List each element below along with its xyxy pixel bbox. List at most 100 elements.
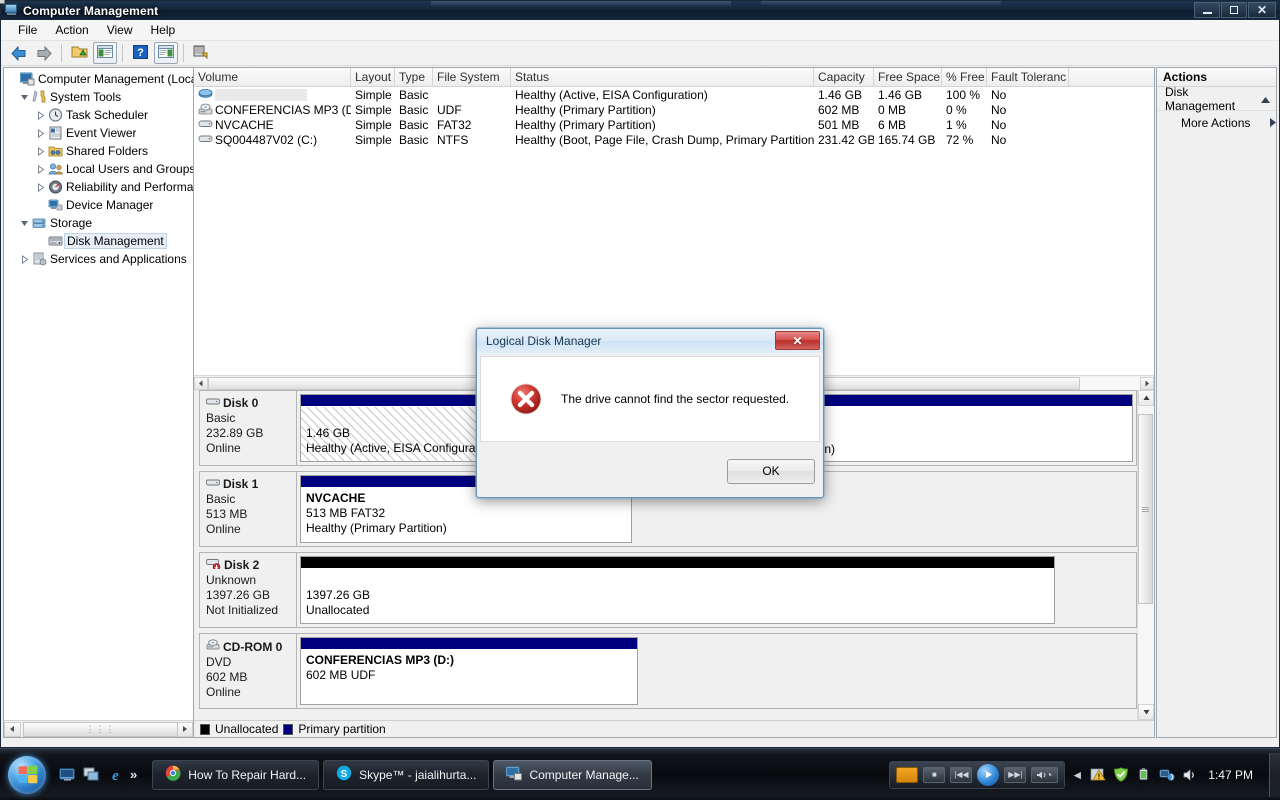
column-header-file-system[interactable]: File System <box>433 68 511 86</box>
back-button[interactable] <box>6 42 30 64</box>
scroll-up-arrow-icon[interactable] <box>1138 390 1154 406</box>
partition-unallocated[interactable]: 1397.26 GB Unallocated <box>300 556 1055 624</box>
table-row[interactable]: SQ004487V02 (C:) Simple Basic NTFS Healt… <box>194 132 1154 147</box>
partition-system[interactable]: ition) <box>803 394 1133 462</box>
antivirus-shield-icon[interactable] <box>1112 766 1129 783</box>
chevron-right-icon[interactable] <box>1270 116 1276 130</box>
ok-button[interactable]: OK <box>727 458 815 484</box>
column-header-percent-free[interactable]: % Free <box>942 68 987 86</box>
up-one-level-button[interactable] <box>67 42 91 64</box>
expander-expanded-icon[interactable] <box>18 91 31 104</box>
taskbar-button-chrome[interactable]: How To Repair Hard... <box>152 759 320 790</box>
scroll-down-arrow-icon[interactable] <box>1138 704 1154 720</box>
disk-size: 232.89 GB <box>206 426 264 440</box>
show-hide-tree-button[interactable] <box>93 42 117 64</box>
sidebar-item-disk-management[interactable]: Disk Management <box>4 232 193 250</box>
disk-row-cdrom-0[interactable]: CD-ROM 0 DVD 602 MB Online CONFERENCIAS … <box>199 633 1137 709</box>
expander-collapsed-icon[interactable] <box>34 109 47 122</box>
expander-collapsed-icon[interactable] <box>18 253 31 266</box>
taskbar-button-skype[interactable]: S Skype™ - jaialihurta... <box>323 759 490 790</box>
disk-header[interactable]: CD-ROM 0 DVD 602 MB Online <box>199 633 297 709</box>
tree-horizontal-scrollbar[interactable]: ⋮⋮⋮ <box>4 720 193 737</box>
dialog-titlebar[interactable]: Logical Disk Manager ✕ <box>477 329 823 353</box>
tree-node-device-manager[interactable]: Device Manager <box>4 196 193 214</box>
media-library-icon[interactable] <box>896 766 919 783</box>
scroll-left-arrow-icon[interactable] <box>194 376 208 390</box>
partition-conferencias-mp3[interactable]: CONFERENCIAS MP3 (D:) 602 MB UDF <box>300 637 638 705</box>
scroll-right-arrow-icon[interactable] <box>176 721 193 737</box>
tree-node-storage[interactable]: Storage <box>4 214 193 232</box>
expander-collapsed-icon[interactable] <box>34 163 47 176</box>
taskbar-button-computer-management[interactable]: Computer Manage... <box>493 759 652 790</box>
volume-button[interactable] <box>1031 766 1059 783</box>
maximize-button[interactable] <box>1221 2 1247 18</box>
table-row[interactable]: CONFERENCIAS MP3 (D:) Simple Basic UDF H… <box>194 102 1154 117</box>
stop-button[interactable]: ■ <box>923 766 946 783</box>
disk-row-disk-2[interactable]: Disk 2 Unknown 1397.26 GB Not Initialize… <box>199 552 1137 628</box>
expander-collapsed-icon[interactable] <box>34 145 47 158</box>
tree-node-local-users-and-groups[interactable]: Local Users and Groups <box>4 160 193 178</box>
expander-collapsed-icon[interactable] <box>34 127 47 140</box>
next-button[interactable]: ▶▶| <box>1004 766 1027 783</box>
scrollbar-thumb[interactable] <box>1138 414 1153 604</box>
cell-volume: SQ004487V02 (C:) <box>215 132 318 147</box>
dialog-close-button[interactable]: ✕ <box>775 331 820 350</box>
column-header-type[interactable]: Type <box>395 68 433 86</box>
action-item-more-actions[interactable]: More Actions <box>1157 111 1276 135</box>
scroll-left-arrow-icon[interactable] <box>4 721 21 737</box>
tray-overflow-chevron[interactable]: ◄ <box>1071 768 1083 782</box>
column-header-volume[interactable]: Volume <box>194 68 351 86</box>
expander-collapsed-icon[interactable] <box>34 181 47 194</box>
disk-header[interactable]: Disk 0 Basic 232.89 GB Online <box>199 390 297 466</box>
expander-expanded-icon[interactable] <box>18 217 31 230</box>
previous-button[interactable]: |◀◀ <box>950 766 973 783</box>
column-header-status[interactable]: Status <box>511 68 814 86</box>
start-button[interactable] <box>3 753 51 797</box>
refresh-button[interactable] <box>189 42 213 64</box>
network-icon[interactable] <box>1158 766 1175 783</box>
toolbar-separator-3 <box>183 44 184 62</box>
tree-node-reliability-and-performance[interactable]: Reliability and Performa <box>4 178 193 196</box>
scrollbar-track[interactable] <box>1138 406 1154 704</box>
table-row[interactable]: Simple Basic Healthy (Active, EISA Confi… <box>194 87 1154 102</box>
show-desktop-icon[interactable] <box>57 765 77 785</box>
switch-windows-icon[interactable] <box>81 765 101 785</box>
show-action-pane-button[interactable] <box>154 42 178 64</box>
play-button[interactable] <box>977 763 1000 786</box>
disk-view-vertical-scrollbar[interactable] <box>1137 390 1154 720</box>
taskbar-clock[interactable]: 1:47 PM <box>1204 768 1261 782</box>
tree-node-system-tools[interactable]: System Tools <box>4 88 193 106</box>
tree-node-event-viewer[interactable]: Event Viewer <box>4 124 193 142</box>
menu-action[interactable]: Action <box>46 21 97 39</box>
internet-explorer-icon[interactable]: e <box>105 765 125 785</box>
tree-node-shared-folders[interactable]: Shared Folders <box>4 142 193 160</box>
action-center-warning-icon[interactable] <box>1089 766 1106 783</box>
help-button[interactable]: ? <box>128 42 152 64</box>
chevron-up-icon[interactable] <box>1261 92 1270 106</box>
show-desktop-button[interactable] <box>1269 752 1280 797</box>
quick-launch-overflow-chevron[interactable]: » <box>130 767 137 782</box>
window-titlebar[interactable]: Computer Management ✕ <box>0 0 1279 20</box>
menu-file[interactable]: File <box>9 21 46 39</box>
forward-button[interactable] <box>32 42 56 64</box>
scrollbar-track[interactable]: ⋮⋮⋮ <box>21 721 178 737</box>
scroll-right-arrow-icon[interactable] <box>1140 376 1154 390</box>
menu-view[interactable]: View <box>98 21 142 39</box>
column-header-layout[interactable]: Layout <box>351 68 395 86</box>
tree-node-computer-management[interactable]: Computer Management (Local <box>4 70 193 88</box>
menu-help[interactable]: Help <box>142 21 185 39</box>
close-button[interactable]: ✕ <box>1248 2 1276 18</box>
column-header-free-space[interactable]: Free Space <box>874 68 942 86</box>
table-row[interactable]: NVCACHE Simple Basic FAT32 Healthy (Prim… <box>194 117 1154 132</box>
volume-icon[interactable] <box>1181 766 1198 783</box>
actions-group-disk-management[interactable]: Disk Management <box>1157 85 1276 113</box>
minimize-button[interactable] <box>1194 2 1220 18</box>
tree-node-task-scheduler[interactable]: Task Scheduler <box>4 106 193 124</box>
scrollbar-thumb[interactable]: ⋮⋮⋮ <box>23 721 178 737</box>
column-header-capacity[interactable]: Capacity <box>814 68 874 86</box>
disk-header[interactable]: Disk 2 Unknown 1397.26 GB Not Initialize… <box>199 552 297 628</box>
column-header-fault-tolerance[interactable]: Fault Toleranc <box>987 68 1069 86</box>
battery-icon[interactable] <box>1135 766 1152 783</box>
tree-node-services-and-applications[interactable]: Services and Applications <box>4 250 193 268</box>
disk-header[interactable]: Disk 1 Basic 513 MB Online <box>199 471 297 547</box>
